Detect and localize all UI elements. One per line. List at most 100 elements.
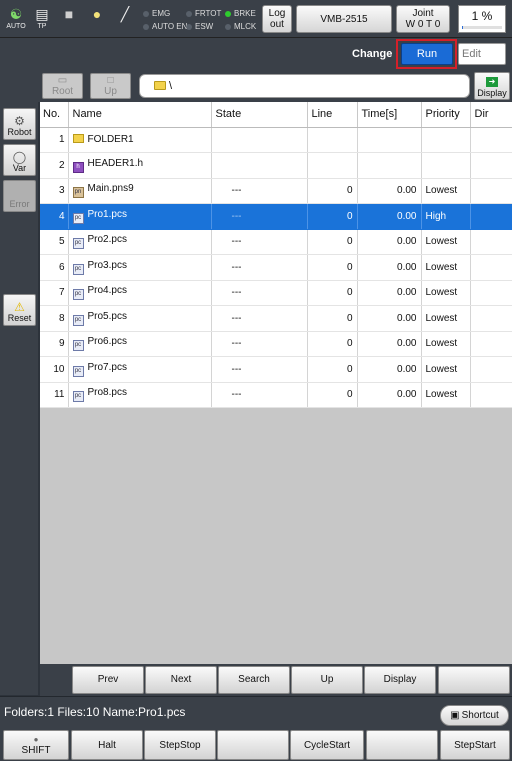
indicator-esw-dot <box>186 23 192 30</box>
shortcut-button[interactable]: ▣ Shortcut <box>440 705 509 726</box>
indicator-brke: BRKE <box>225 9 256 18</box>
up-button[interactable]: Up <box>291 666 363 694</box>
row-name-text: Pro3.pcs <box>87 259 127 271</box>
table-row[interactable]: 8 pc Pro5.pcs --- 0 0.00 Lowest <box>40 305 512 332</box>
col-header-priority[interactable]: Priority <box>421 102 471 128</box>
up-folder-button[interactable]: □ Up <box>90 73 131 99</box>
row-line <box>307 152 358 179</box>
row-priority: Lowest <box>421 280 471 306</box>
col-header-no[interactable]: No. <box>40 102 69 128</box>
auto-mode-icon[interactable]: ☯ AUTO <box>3 5 29 35</box>
stepstart-button[interactable]: StepStart <box>440 730 510 760</box>
warning-icon: ⚠ <box>14 300 25 314</box>
row-name: pc Pro8.pcs <box>68 382 212 408</box>
row-dir <box>470 305 512 332</box>
row-number: 5 <box>40 229 69 255</box>
row-time: 0.00 <box>357 203 422 230</box>
empty-command-button-1[interactable] <box>217 730 289 760</box>
indicator-frtot-dot <box>186 10 192 17</box>
row-name: pc Pro6.pcs <box>68 331 212 357</box>
change-label: Change <box>352 48 393 60</box>
teach-pendant-icon[interactable]: ▤ TP <box>29 5 55 35</box>
robot-arm-icon: ⚙ <box>14 114 25 128</box>
indicator-brke-dot <box>225 10 231 17</box>
row-time: 0.00 <box>357 178 422 204</box>
row-name-text: Pro4.pcs <box>87 285 127 297</box>
row-priority: High <box>421 203 471 230</box>
indicator-frtot: FRTOT <box>186 9 221 18</box>
indicator-esw: ESW <box>186 22 213 31</box>
col-header-line[interactable]: Line <box>307 102 358 128</box>
table-row[interactable]: 7 pc Pro4.pcs --- 0 0.00 Lowest <box>40 280 512 306</box>
row-priority: Lowest <box>421 229 471 255</box>
col-header-time[interactable]: Time[s] <box>357 102 422 128</box>
table-row[interactable]: 5 pc Pro2.pcs --- 0 0.00 Lowest <box>40 229 512 255</box>
shift-button[interactable]: ● SHIFT <box>3 730 69 760</box>
halt-button[interactable]: Halt <box>71 730 143 760</box>
col-header-name[interactable]: Name <box>68 102 212 128</box>
table-row[interactable]: 11 pc Pro8.pcs --- 0 0.00 Lowest <box>40 382 512 408</box>
row-line <box>307 127 358 153</box>
root-button[interactable]: ▭ Root <box>42 73 83 99</box>
row-time <box>357 152 422 179</box>
program-list-area: No. Name State Line Time[s] Priority Dir… <box>40 102 512 664</box>
reset-button[interactable]: ⚠ Reset <box>3 294 36 326</box>
row-priority: Lowest <box>421 382 471 408</box>
shortcut-icon: ▣ <box>450 710 460 721</box>
col-header-state[interactable]: State <box>211 102 308 128</box>
speed-indicator[interactable]: 1 % <box>458 5 506 33</box>
robot-button[interactable]: ⚙ Robot <box>3 108 36 140</box>
pcs-file-icon: pc <box>72 289 84 301</box>
row-state: --- <box>211 280 308 306</box>
empty-function-button[interactable] <box>438 666 510 694</box>
table-row[interactable]: 6 pc Pro3.pcs --- 0 0.00 Lowest <box>40 254 512 281</box>
root-folder-icon: ▭ <box>57 75 68 86</box>
logout-button[interactable]: Log out <box>262 5 292 33</box>
prev-button[interactable]: Prev <box>72 666 144 694</box>
pcs-file-icon: pc <box>72 365 84 377</box>
stepstop-button[interactable]: StepStop <box>144 730 216 760</box>
path-toolbar: ▭ Root □ Up \ ➜ Display <box>38 70 512 102</box>
col-header-dir[interactable]: Dir <box>470 102 512 128</box>
table-row[interactable]: 9 pc Pro6.pcs --- 0 0.00 Lowest <box>40 331 512 357</box>
row-dir <box>470 382 512 408</box>
table-header-row: No. Name State Line Time[s] Priority Dir <box>40 102 512 128</box>
table-row[interactable]: 10 pc Pro7.pcs --- 0 0.00 Lowest <box>40 356 512 383</box>
table-row[interactable]: 2 h HEADER1.h <box>40 152 512 179</box>
var-button[interactable]: ◯ Var <box>3 144 36 176</box>
cyclestart-button[interactable]: CycleStart <box>290 730 364 760</box>
speed-value: 1 % <box>471 9 493 23</box>
row-name: pc Pro3.pcs <box>68 254 212 281</box>
display-button[interactable]: ➜ Display <box>474 72 510 100</box>
display-list-button[interactable]: Display <box>364 666 436 694</box>
row-number: 10 <box>40 356 69 383</box>
run-mode-button[interactable]: Run <box>401 43 453 65</box>
row-name-text: Pro2.pcs <box>87 234 127 246</box>
edit-mode-button[interactable]: Edit <box>458 43 506 65</box>
row-name: pc Pro7.pcs <box>68 356 212 383</box>
empty-command-button-2[interactable] <box>366 730 438 760</box>
row-name: pn Main.pns9 <box>68 178 212 204</box>
row-priority <box>421 152 471 179</box>
variable-icon: ◯ <box>12 150 27 164</box>
row-time <box>357 127 422 153</box>
current-path-field[interactable]: \ <box>139 74 470 98</box>
next-button[interactable]: Next <box>145 666 217 694</box>
table-row[interactable]: 3 pn Main.pns9 --- 0 0.00 Lowest <box>40 178 512 204</box>
row-dir <box>470 178 512 204</box>
row-number: 6 <box>40 254 69 281</box>
mode-bar: Change Run Edit <box>0 38 512 70</box>
pns-file-icon: pn <box>72 187 84 199</box>
current-path-text: \ <box>169 80 173 92</box>
row-name: FOLDER1 <box>68 127 212 153</box>
robot-model-button[interactable]: VMB-2515 <box>296 5 392 33</box>
row-line: 0 <box>307 203 358 230</box>
row-time: 0.00 <box>357 331 422 357</box>
status-bar: ☯ AUTO ▤ TP ■ ● ╱ EMG AUTO EN FRTOT ESW … <box>0 0 512 38</box>
table-row[interactable]: 1 FOLDER1 <box>40 127 512 153</box>
table-row[interactable]: 4 pc Pro1.pcs --- 0 0.00 High <box>40 203 512 230</box>
row-name: pc Pro5.pcs <box>68 305 212 332</box>
error-button[interactable]: Error <box>3 180 36 212</box>
joint-mode-button[interactable]: Joint W 0 T 0 <box>396 5 450 33</box>
search-button[interactable]: Search <box>218 666 290 694</box>
